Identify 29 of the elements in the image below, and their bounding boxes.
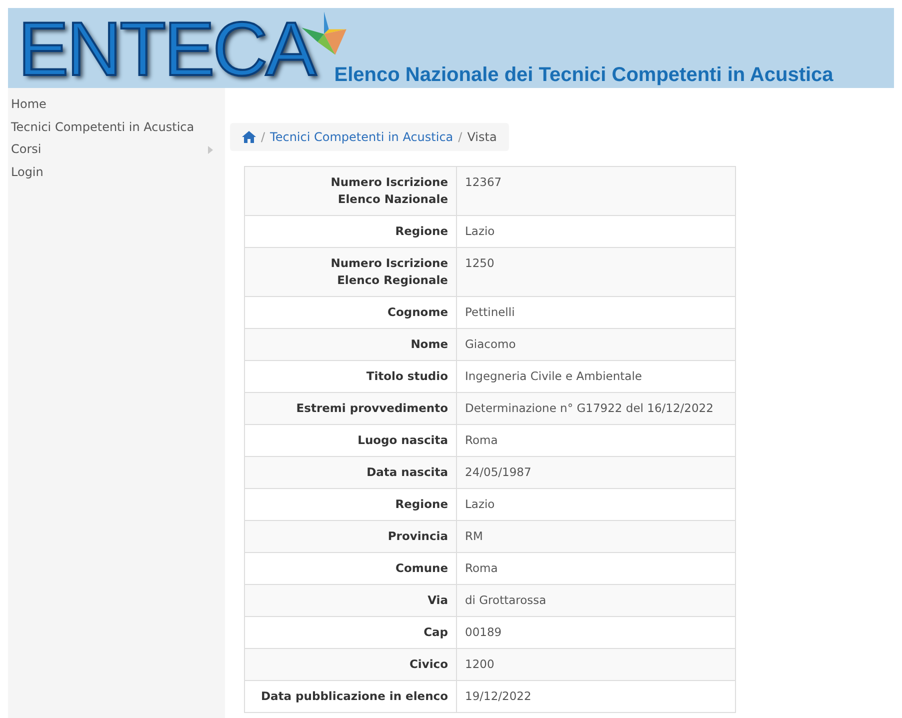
breadcrumb-separator: / — [261, 130, 266, 144]
sidebar-link[interactable]: Tecnici Competenti in Acustica — [8, 116, 225, 139]
sidebar-link[interactable]: Login — [8, 162, 225, 184]
field-label: Via — [244, 584, 456, 616]
breadcrumb-link[interactable]: Tecnici Competenti in Acustica — [270, 130, 454, 144]
sidebar-link[interactable]: Home — [8, 94, 225, 116]
field-value: 1250 — [456, 248, 736, 296]
field-label: Civico — [244, 648, 456, 680]
field-value: 1200 — [456, 648, 736, 680]
field-label: Data pubblicazione in elenco — [244, 680, 456, 712]
breadcrumb-current: Vista — [467, 130, 497, 144]
field-value: RM — [456, 520, 736, 552]
field-value: 12367 — [456, 166, 736, 216]
breadcrumb-separator: / — [458, 130, 462, 144]
field-value: 24/05/1987 — [456, 456, 736, 488]
field-label: Nome — [244, 328, 456, 360]
field-label: Numero Iscrizione Elenco Nazionale — [244, 166, 456, 216]
home-icon[interactable] — [242, 131, 256, 143]
site-subtitle: Elenco Nazionale dei Tecnici Competenti in Acustica — [334, 64, 834, 87]
field-label: Provincia — [244, 520, 456, 552]
field-value: Giacomo — [456, 328, 736, 360]
field-label: Estremi provvedimento — [244, 392, 456, 424]
field-value: 19/12/2022 — [456, 680, 736, 712]
field-value: di Grottarossa — [456, 584, 736, 616]
field-label: Numero Iscrizione Elenco Regionale — [244, 248, 456, 296]
logo-text: ENTECA — [18, 12, 314, 88]
field-label: Data nascita — [244, 456, 456, 488]
field-value: Determinazione n° G17922 del 16/12/2022 — [456, 392, 736, 424]
sidebar-link[interactable]: Corsi — [8, 139, 225, 162]
